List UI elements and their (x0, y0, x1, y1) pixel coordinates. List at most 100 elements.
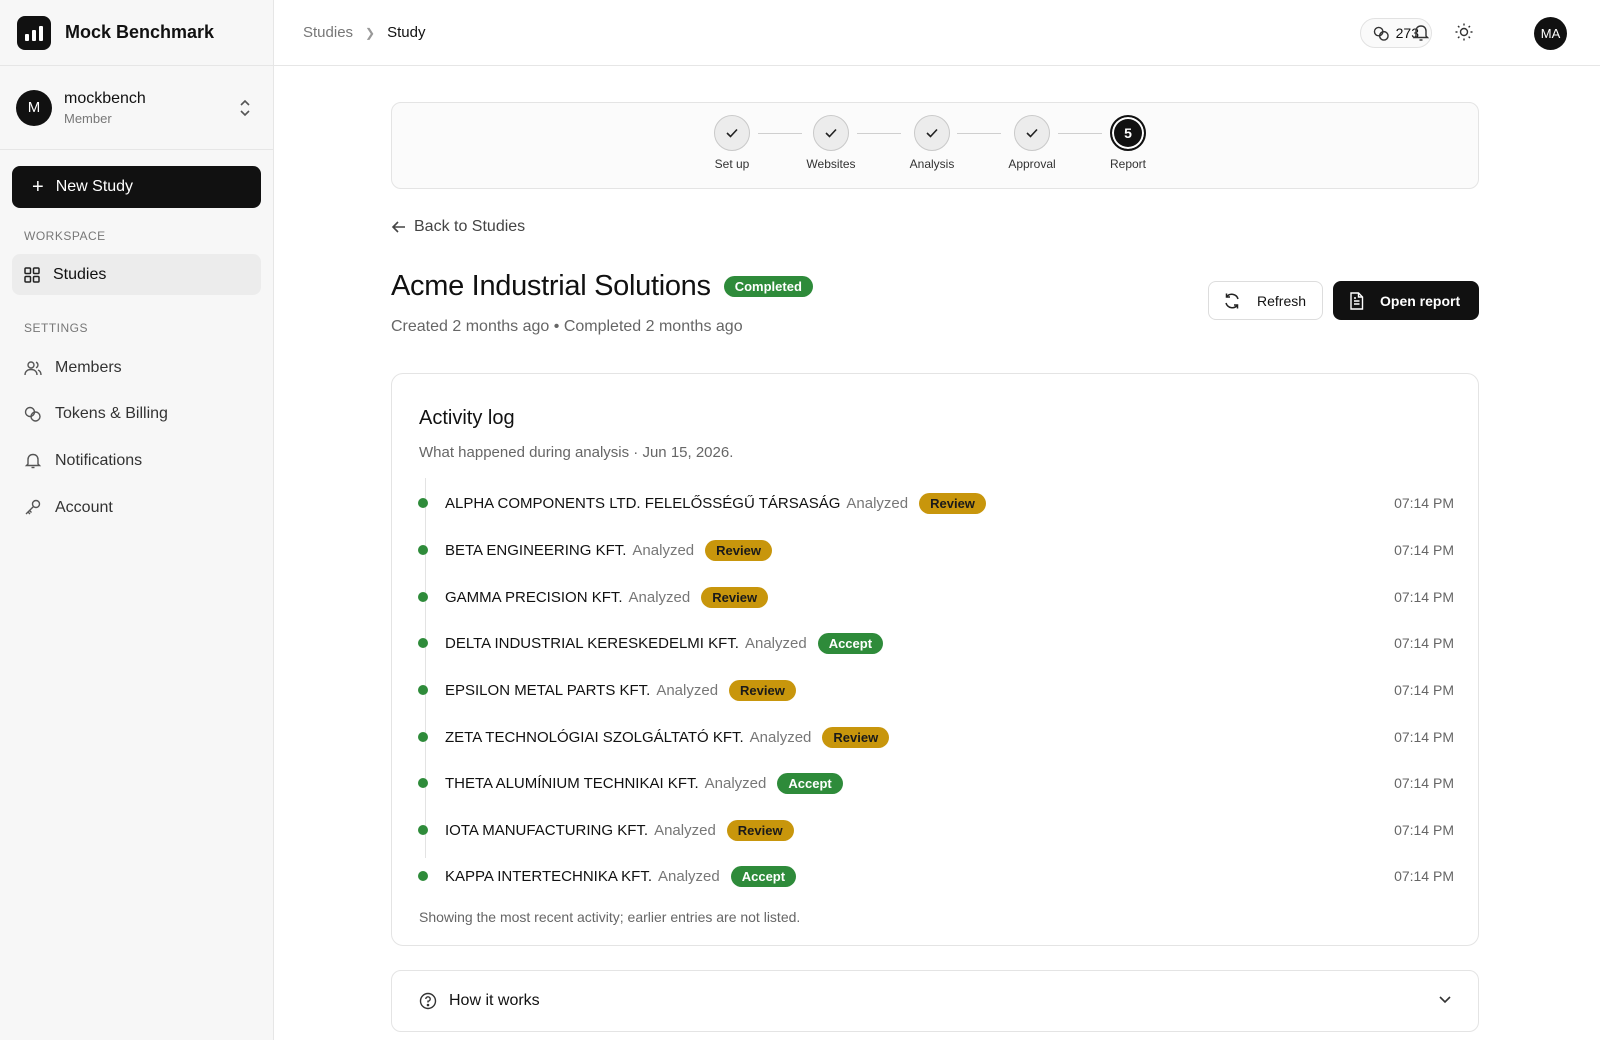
page-title: Acme Industrial Solutions (391, 270, 711, 302)
breadcrumb-studies-link[interactable]: Studies (303, 24, 353, 41)
sun-theme-icon[interactable] (1454, 22, 1474, 42)
brand[interactable]: Mock Benchmark (0, 0, 273, 66)
list-item: IOTA MANUFACTURING KFT. Analyzed Review … (418, 815, 1454, 845)
entry-status: Analyzed (846, 494, 909, 512)
status-dot (418, 778, 428, 788)
step-label: Set up (714, 157, 750, 171)
list-item: EPSILON METAL PARTS KFT. Analyzed Review… (418, 675, 1454, 705)
new-study-label: New Study (55, 178, 134, 195)
account-name: mockbench (64, 89, 146, 107)
step-label: Analysis (909, 157, 955, 171)
study-meta: Created 2 months ago • Completed 2 month… (391, 318, 743, 335)
status-badge: Completed (723, 276, 813, 297)
entry-status: Analyzed (632, 541, 695, 559)
company-name: IOTA MANUFACTURING KFT. (445, 821, 649, 839)
file-text-icon (1350, 291, 1364, 310)
sidebar-item-label: Studies (53, 265, 107, 283)
entry-status: Analyzed (656, 681, 719, 699)
list-item: GAMMA PRECISION KFT. Analyzed Review 07:… (418, 582, 1454, 612)
entry-status: Analyzed (654, 821, 716, 839)
list-item: DELTA INDUSTRIAL KERESKEDELMI KFT. Analy… (418, 628, 1454, 658)
step-label: Report (1109, 157, 1147, 171)
company-name: EPSILON METAL PARTS KFT. (445, 681, 651, 699)
sidebar-item-label: Tokens & Billing (55, 404, 168, 422)
user-avatar[interactable]: MA (1534, 17, 1567, 50)
study-title-row: Acme Industrial Solutions Completed (391, 270, 813, 303)
status-dot (418, 825, 428, 835)
entry-status: Analyzed (704, 774, 767, 792)
plus-icon: + (32, 176, 44, 198)
users-icon (24, 360, 42, 375)
list-item: THETA ALUMÍNIUM TECHNIKAI KFT. Analyzed … (418, 768, 1454, 798)
list-item: BETA ENGINEERING KFT. Analyzed Review 07… (418, 535, 1454, 565)
how-it-works-accordion[interactable]: How it works (391, 970, 1479, 1032)
step-websites[interactable]: Websites (791, 115, 871, 171)
breadcrumb: Studies ❯ Study (303, 24, 425, 41)
company-name: ALPHA COMPONENTS LTD. FELELŐSSÉGŰ TÁRSAS… (445, 494, 841, 512)
check-icon (1014, 115, 1050, 151)
entry-time: 07:14 PM (1394, 682, 1454, 698)
sidebar-item-label: Members (55, 358, 122, 376)
chevron-down-icon (1439, 996, 1451, 1004)
account-switcher[interactable]: M mockbench Member (0, 66, 273, 150)
sidebar-item-label: Notifications (55, 451, 143, 469)
sidebar-item-studies[interactable]: Studies (12, 254, 261, 295)
status-dot (418, 545, 428, 555)
arrow-left-icon (391, 221, 405, 233)
bar-chart-logo-icon (17, 15, 51, 50)
step-analysis[interactable]: Analysis (892, 115, 972, 171)
entry-status: Analyzed (749, 728, 812, 746)
entry-time: 07:14 PM (1394, 822, 1454, 838)
verdict-badge: Review (822, 726, 890, 748)
activity-log-footnote: Showing the most recent activity; earlie… (419, 909, 801, 925)
company-name: THETA ALUMÍNIUM TECHNIKAI KFT. (445, 774, 699, 792)
step-set-up[interactable]: Set up (692, 115, 772, 171)
key-icon (25, 499, 41, 515)
topbar: Studies ❯ Study 273 MA (274, 0, 1600, 66)
sidebar-item-members[interactable]: Members (12, 347, 261, 388)
open-report-button[interactable]: Open report (1333, 281, 1479, 320)
check-icon (714, 115, 750, 151)
activity-log-card: Activity log What happened during analys… (391, 373, 1479, 946)
chevrons-up-down-icon (240, 99, 250, 117)
verdict-badge: Review (701, 586, 769, 608)
coins-icon (1373, 26, 1389, 41)
status-dot (418, 638, 428, 648)
status-dot (418, 871, 428, 881)
new-study-button[interactable]: + New Study (12, 166, 261, 208)
verdict-badge: Accept (817, 632, 884, 654)
list-item: ZETA TECHNOLÓGIAI SZOLGÁLTATÓ KFT. Analy… (418, 722, 1454, 752)
status-dot (418, 498, 428, 508)
company-name: ZETA TECHNOLÓGIAI SZOLGÁLTATÓ KFT. (445, 728, 744, 746)
account-role: Member (64, 110, 112, 126)
progress-stepper: Set up Websites Analysis Approval 5 Repo… (391, 102, 1479, 189)
help-circle-icon (419, 992, 437, 1010)
entry-time: 07:14 PM (1394, 589, 1454, 605)
activity-log-title: Activity log (419, 407, 515, 429)
sidebar-item-account[interactable]: Account (12, 487, 261, 528)
company-name: BETA ENGINEERING KFT. (445, 541, 627, 559)
step-report[interactable]: 5 Report (1088, 115, 1168, 171)
entry-time: 07:14 PM (1394, 868, 1454, 884)
bell-icon[interactable] (1412, 23, 1430, 42)
entry-status: Analyzed (744, 634, 807, 652)
settings-section-label: SETTINGS (24, 321, 89, 335)
status-dot (418, 732, 428, 742)
entry-time: 07:14 PM (1394, 729, 1454, 745)
list-item: KAPPA INTERTECHNIKA KFT. Analyzed Accept… (418, 861, 1454, 891)
app-name: Mock Benchmark (65, 22, 215, 42)
refresh-icon (1225, 293, 1239, 308)
breadcrumb-current: Study (387, 24, 426, 41)
step-approval[interactable]: Approval (992, 115, 1072, 171)
sidebar: Mock Benchmark M mockbench Member + New … (0, 0, 274, 1040)
verdict-badge: Review (705, 539, 772, 561)
sidebar-item-notifications[interactable]: Notifications (12, 440, 261, 481)
back-to-studies-link[interactable]: Back to Studies (391, 218, 525, 236)
sidebar-item-tokens-billing[interactable]: Tokens & Billing (12, 393, 261, 434)
company-name: DELTA INDUSTRIAL KERESKEDELMI KFT. (445, 634, 739, 652)
account-avatar: M (16, 89, 52, 126)
sidebar-item-label: Account (55, 498, 113, 516)
verdict-badge: Review (919, 492, 986, 514)
refresh-button[interactable]: Refresh (1208, 281, 1323, 320)
entry-time: 07:14 PM (1394, 495, 1454, 511)
